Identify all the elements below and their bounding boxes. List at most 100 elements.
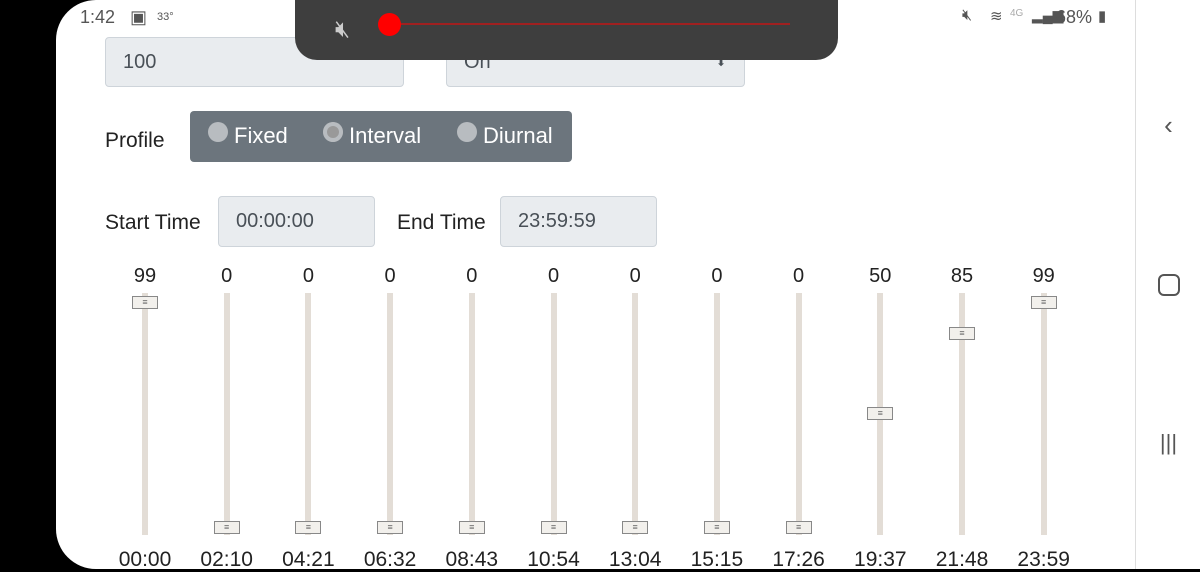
radio-selected-icon: [323, 122, 343, 142]
slider-time-label: 06:32: [363, 548, 417, 571]
grip-icon: ≡: [877, 407, 883, 418]
slider-time-label: 04:21: [282, 548, 335, 571]
slider-track[interactable]: [795, 293, 802, 535]
slider-column: 0 ≡ 04:21: [268, 262, 348, 571]
slider-column: 0 ≡ 02:10: [187, 262, 267, 571]
grip-icon: ≡: [387, 521, 393, 532]
radio-circle-icon: [208, 122, 228, 142]
status-time: 1:42: [80, 7, 116, 27]
profile-radio-group: Fixed Interval Diurnal: [190, 111, 572, 162]
slider-thumb[interactable]: ≡: [785, 520, 812, 534]
radio-label: Fixed: [234, 123, 288, 148]
slider-thumb[interactable]: ≡: [458, 520, 485, 534]
slider-thumb[interactable]: ≡: [377, 520, 404, 534]
slider-thumb[interactable]: ≡: [949, 327, 975, 341]
slider-column: 0 ≡ 17:26: [759, 262, 839, 571]
network-type: 4G: [1010, 8, 1024, 19]
slider-thumb[interactable]: ≡: [132, 295, 158, 309]
slider-thumb[interactable]: ≡: [1030, 295, 1057, 309]
slider-thumb[interactable]: ≡: [540, 520, 567, 534]
slider-value: 50: [869, 265, 892, 287]
battery-icon: ▮: [1098, 8, 1107, 25]
slider-track[interactable]: [223, 293, 230, 535]
volume-track[interactable]: [390, 23, 790, 25]
slider-time-label: 23:59: [1017, 548, 1070, 571]
grip-icon: ≡: [224, 521, 230, 532]
slider-value: 0: [547, 265, 560, 287]
slider-time-label: 15:15: [690, 548, 744, 571]
slider-thumb[interactable]: ≡: [867, 406, 894, 420]
slider-value: 85: [950, 265, 974, 287]
slider-value: 0: [466, 265, 478, 287]
slider-column: 99 ≡ 23:59: [1004, 262, 1084, 571]
radio-circle-icon: [457, 122, 477, 142]
slider-column: 99 ≡ 00:00: [105, 262, 185, 571]
slider-track[interactable]: [387, 293, 394, 535]
radio-fixed[interactable]: Fixed: [208, 122, 288, 149]
grip-icon: ≡: [142, 296, 148, 307]
slider-time-label: 17:26: [772, 548, 825, 571]
slider-column: 0 ≡ 13:04: [595, 262, 675, 571]
slider-value: 99: [1032, 265, 1055, 287]
slider-track[interactable]: [468, 293, 475, 535]
slider-value: 0: [221, 265, 233, 287]
slider-column: 85 ≡ 21:48: [922, 262, 1002, 571]
back-icon[interactable]: ‹: [1136, 110, 1200, 141]
slider-thumb[interactable]: ≡: [703, 520, 730, 534]
grip-icon: ≡: [632, 521, 638, 532]
slider-column: 50 ≡ 19:37: [840, 262, 920, 571]
slider-value: 0: [384, 265, 396, 287]
slider-track[interactable]: [550, 293, 557, 535]
grip-icon: ≡: [714, 521, 720, 532]
slider-value: 0: [711, 265, 723, 287]
grip-icon: ≡: [1041, 296, 1047, 307]
slider-value: 0: [302, 265, 314, 287]
slider-value: 0: [629, 265, 641, 287]
status-temp: 33°: [157, 11, 174, 23]
slider-track[interactable]: [632, 293, 639, 535]
slider-column: 0 ≡ 10:54: [514, 262, 594, 571]
muted-icon[interactable]: 🔇︎: [335, 16, 350, 44]
gallery-icon: ▣: [130, 7, 148, 27]
mute-icon: 🔇︎: [962, 7, 973, 24]
radio-diurnal[interactable]: Diurnal: [457, 122, 553, 149]
slider-thumb[interactable]: ≡: [213, 520, 240, 534]
profile-label: Profile: [105, 129, 165, 152]
wifi-icon: ≋: [990, 8, 1003, 25]
slider-value: 0: [793, 265, 805, 287]
radio-interval[interactable]: Interval: [323, 122, 422, 149]
grip-icon: ≡: [795, 521, 802, 532]
radio-label: Diurnal: [483, 123, 553, 148]
slider-track[interactable]: [142, 293, 148, 535]
slider-time-label: 10:54: [527, 548, 580, 571]
slider-thumb[interactable]: ≡: [622, 520, 649, 534]
grip-icon: ≡: [305, 521, 312, 532]
battery-percent: 68%: [1056, 7, 1093, 27]
android-nav-bar: ‹ |||: [1135, 0, 1200, 569]
slider-column: 0 ≡ 06:32: [350, 262, 430, 571]
grip-icon: ≡: [959, 328, 965, 339]
slider-thumb[interactable]: ≡: [295, 520, 322, 534]
slider-column: 0 ≡ 15:15: [677, 262, 757, 571]
recents-icon[interactable]: |||: [1136, 430, 1200, 456]
home-icon[interactable]: [1136, 272, 1200, 303]
media-volume-toast: 🔇︎: [295, 0, 838, 60]
volume-thumb[interactable]: [378, 13, 401, 36]
grip-icon: ≡: [550, 521, 557, 532]
slider-time-label: 00:00: [118, 548, 172, 571]
slider-track[interactable]: [305, 293, 312, 535]
slider-value: 99: [133, 265, 157, 287]
slider-track[interactable]: [713, 293, 720, 535]
slider-time-label: 21:48: [935, 548, 989, 571]
grip-icon: ≡: [469, 521, 475, 532]
slider-track[interactable]: [1040, 293, 1047, 535]
start-time-label: Start Time: [105, 211, 201, 234]
start-time-input[interactable]: 00:00:00: [218, 196, 375, 247]
end-time-input[interactable]: 23:59:59: [500, 196, 657, 247]
slider-time-label: 02:10: [200, 548, 253, 571]
slider-time-label: 13:04: [608, 548, 662, 571]
slider-time-label: 08:43: [445, 548, 499, 571]
end-time-label: End Time: [397, 211, 486, 234]
slider-column: 0 ≡ 08:43: [432, 262, 512, 571]
radio-label: Interval: [349, 123, 422, 148]
